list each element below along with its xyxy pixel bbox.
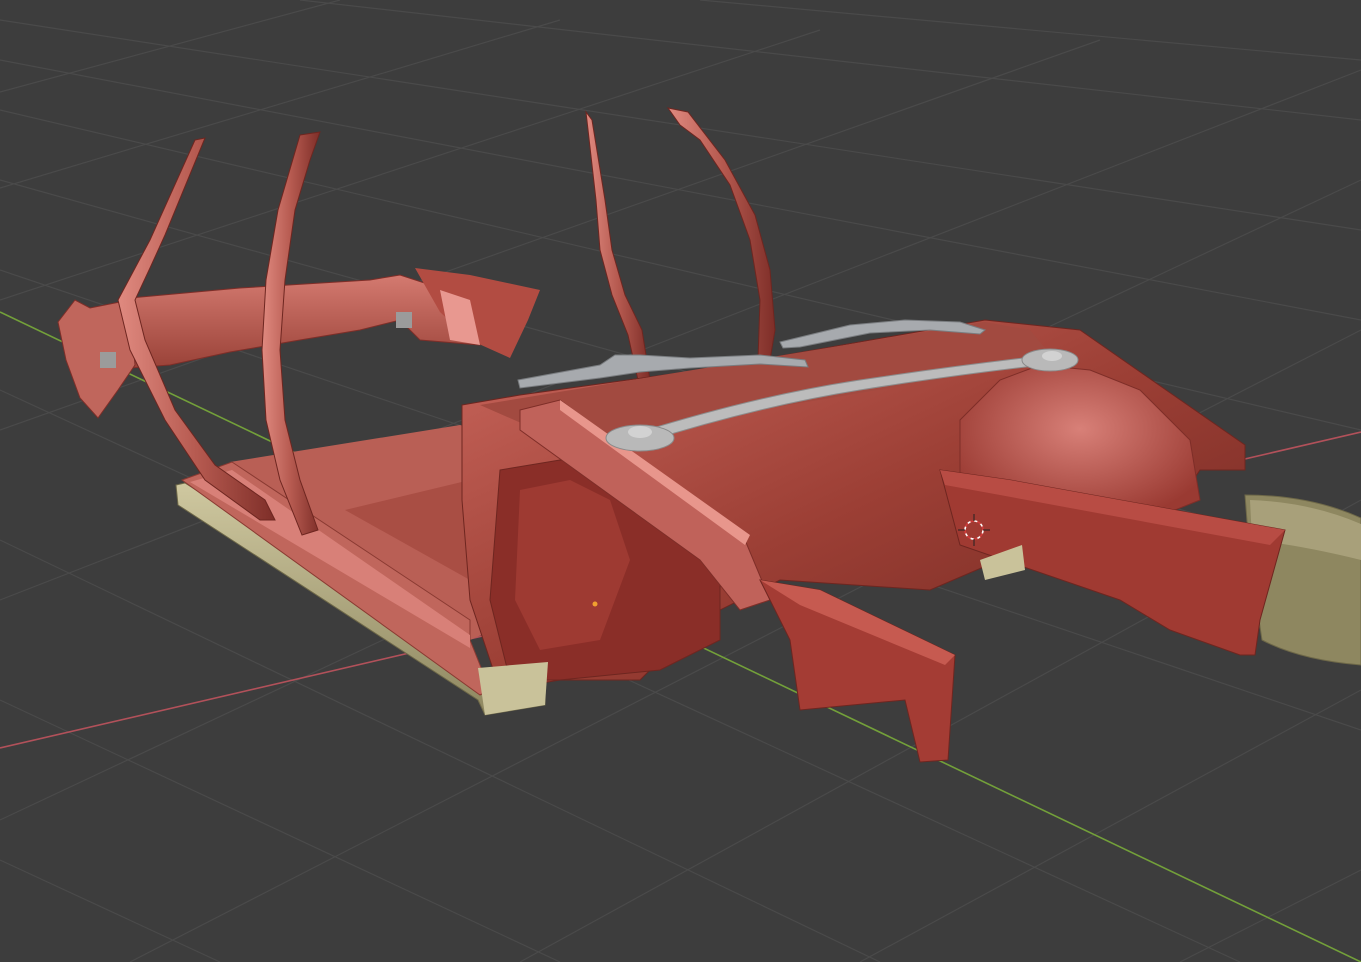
mount-bracket [100,352,116,368]
b-pillar-right[interactable] [666,107,776,361]
object-origin-icon[interactable] [592,601,598,607]
viewport-canvas[interactable] [0,0,1361,962]
mount-bracket [396,312,412,328]
3d-viewport[interactable] [0,0,1361,962]
a-pillar-right[interactable] [585,110,651,381]
lower-crossmember-left[interactable] [759,579,956,763]
